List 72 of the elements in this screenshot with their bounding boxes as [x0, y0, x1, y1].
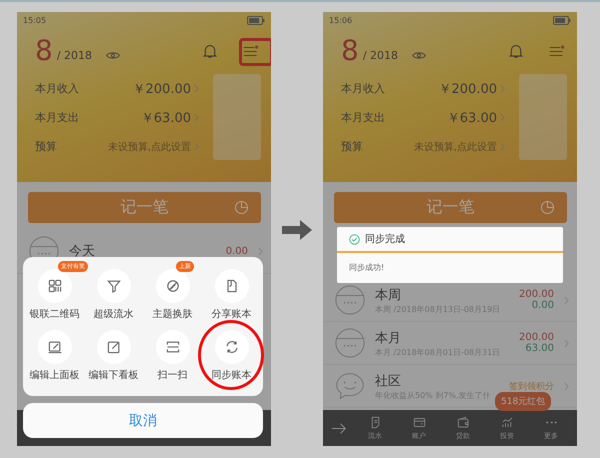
scan-icon — [164, 338, 180, 354]
card-icon — [412, 416, 426, 428]
edit-icon — [46, 338, 62, 354]
month-number: 8 — [35, 37, 53, 65]
eye-icon[interactable] — [412, 50, 426, 60]
summary-value[interactable]: ￥63.00 — [140, 108, 191, 126]
promo-badge[interactable]: 518元红包 — [495, 392, 552, 411]
chevron-icon — [500, 142, 505, 151]
chart-icon — [500, 416, 514, 428]
summary-label: 本月支出 — [341, 110, 386, 125]
record-button[interactable]: 记一笔 — [334, 192, 567, 223]
chevron-icon — [500, 84, 505, 93]
chevron-icon — [194, 113, 199, 122]
record-button[interactable]: 记一笔 — [28, 192, 261, 223]
battery-icon — [553, 16, 571, 24]
status-time: 15:06 — [329, 16, 352, 24]
summary-label: 本月支出 — [35, 110, 80, 125]
check-circle-icon — [349, 234, 360, 244]
bell-icon[interactable] — [203, 43, 217, 59]
chevron-icon — [258, 246, 263, 256]
chevron-icon — [564, 382, 569, 390]
summary-label: 预算 — [341, 139, 364, 154]
bell-icon[interactable] — [509, 43, 523, 59]
chevron-icon — [564, 338, 569, 348]
row-title: 今天 — [69, 243, 96, 260]
sheet-action[interactable]: 编辑下看板 — [88, 330, 138, 382]
menu-icon[interactable] — [243, 44, 259, 58]
toast-title: 同步完成 — [365, 232, 405, 246]
summary-label: 本月收入 — [35, 81, 80, 96]
eye-icon[interactable] — [106, 50, 120, 60]
clock-icon[interactable] — [540, 200, 555, 215]
calendar-icon — [335, 328, 365, 358]
sync-icon — [224, 338, 240, 354]
chat-icon — [335, 371, 365, 401]
income-amount: 200.00 — [519, 289, 554, 300]
qr-code-icon — [46, 278, 62, 294]
income-amount: 200.00 — [519, 332, 554, 343]
calendar-icon — [335, 285, 365, 315]
wallet-icon — [456, 416, 470, 428]
summary-value[interactable]: ￥200.00 — [132, 80, 191, 98]
chevron-icon — [194, 84, 199, 93]
chevron-icon — [564, 296, 569, 304]
row-title: 社区 — [375, 372, 402, 390]
filter-icon — [106, 278, 122, 294]
row-title: 本月 — [375, 330, 402, 346]
sheet-action[interactable]: 银联二维码 — [30, 269, 80, 321]
sheet-action[interactable]: 编辑上面板 — [30, 330, 80, 382]
year-label: / 2018 — [56, 48, 92, 62]
month-number: 8 — [341, 37, 359, 65]
row-title: 本周 — [375, 286, 402, 304]
clock-icon[interactable] — [234, 200, 249, 215]
summary-value[interactable]: 未设预算,点此设置 — [108, 140, 191, 154]
arrow-right-icon — [282, 220, 312, 240]
expense-amount: 63.00 — [525, 343, 554, 354]
year-label: / 2018 — [362, 48, 398, 62]
chevron-icon — [194, 142, 199, 151]
summary-value[interactable]: 未设预算,点此设置 — [414, 140, 497, 154]
income-amount: 0.00 — [226, 246, 248, 256]
arrow-right-icon[interactable] — [331, 422, 347, 434]
cancel-button[interactable]: 取消 — [23, 403, 263, 438]
status-time: 15:05 — [23, 16, 46, 24]
menu-icon[interactable] — [549, 44, 565, 58]
summary-value[interactable]: ￥63.00 — [446, 108, 497, 126]
battery-icon — [247, 16, 265, 24]
chevron-icon — [500, 113, 505, 122]
summary-value[interactable]: ￥200.00 — [438, 80, 497, 98]
toast-message: 同步成功! — [348, 262, 386, 274]
summary-label: 本月收入 — [341, 81, 386, 96]
expense-amount: 0.00 — [532, 300, 554, 311]
edit-icon — [106, 338, 122, 354]
checkin-link[interactable]: 签到领积分 — [509, 380, 554, 392]
summary-label: 预算 — [35, 139, 58, 154]
